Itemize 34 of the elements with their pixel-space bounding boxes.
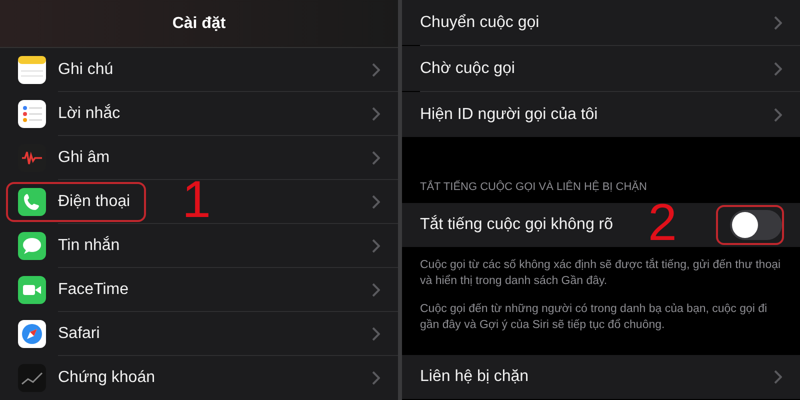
toggle-switch[interactable] (730, 210, 782, 240)
chevron-icon (372, 282, 380, 296)
notepad-icon (18, 56, 46, 84)
setting-label: Tắt tiếng cuộc gọi không rõ (420, 216, 614, 234)
chevron-icon (372, 106, 380, 120)
step-number: 1 (182, 174, 211, 226)
chevron-icon (372, 370, 380, 384)
speech-bubble-icon (18, 232, 46, 260)
section-header: TẮT TIẾNG CUỘC GỌI VÀ LIÊN HỆ BỊ CHẶN (420, 181, 647, 193)
settings-item[interactable]: Tin nhắn (58, 236, 360, 254)
chevron-icon (372, 194, 380, 208)
chart-icon (18, 364, 46, 392)
step-number: 2 (648, 197, 677, 249)
settings-item[interactable]: Chứng khoán (58, 368, 360, 386)
screen-title: Cài đặt (172, 14, 226, 32)
chevron-icon (774, 62, 782, 76)
settings-item[interactable]: Ghi chú (58, 60, 360, 78)
chevron-icon (774, 370, 782, 384)
settings-item[interactable]: Ghi âm (58, 148, 360, 166)
settings-item[interactable]: Safari (58, 324, 360, 342)
chevron-icon (372, 326, 380, 340)
chevron-icon (372, 150, 380, 164)
chevron-icon (372, 238, 380, 252)
phone-icon (18, 188, 46, 216)
checklist-icon (18, 100, 46, 128)
footer-note: Cuộc gọi đến từ những người có trong danh bạ của bạn, cuộc gọi đi gần đây và Gợi ý của Siri sẽ tiếp tục đổ chuông. (420, 302, 768, 334)
settings-item[interactable]: Lời nhắc (58, 104, 360, 122)
chevron-icon (372, 62, 380, 76)
footer-note: Cuộc gọi từ các số không xác định sẽ được tắt tiếng, gửi đến thư thoại và hiển thị trong danh sách Gần đây. (420, 257, 782, 290)
video-camera-icon (18, 276, 46, 304)
compass-icon (18, 320, 46, 348)
settings-item[interactable]: FaceTime (58, 280, 360, 298)
chevron-icon (774, 108, 782, 122)
chevron-icon (774, 16, 782, 30)
